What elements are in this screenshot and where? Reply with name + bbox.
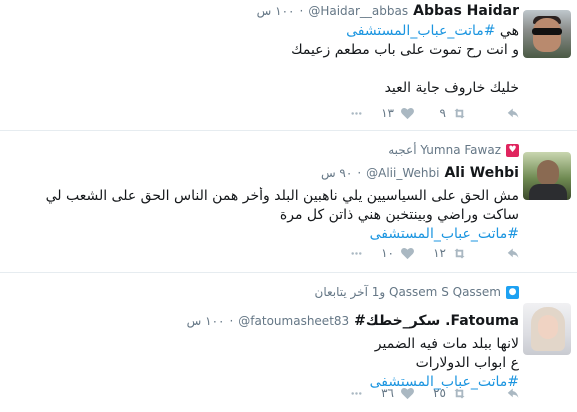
retweet-icon	[454, 108, 465, 118]
like-button[interactable]: ١٣	[363, 106, 415, 121]
reply-button[interactable]	[467, 106, 519, 121]
tweet-line: لانها ببلد مات فيه الضمير	[374, 336, 519, 352]
tweet-card[interactable]: ♥ Yumna Fawaz أعجبه Ali Wehbi @Alii_Wehb…	[0, 131, 577, 273]
display-name[interactable]: Abbas Haidar	[413, 3, 519, 19]
user-handle[interactable]: @Alii_Wehbi	[366, 166, 439, 180]
more-button[interactable]	[311, 386, 363, 401]
more-icon	[351, 111, 362, 115]
like-button[interactable]: ٣٦	[363, 386, 415, 401]
user-handle[interactable]: @Haidar__abbas	[308, 4, 408, 18]
reply-button[interactable]	[467, 246, 519, 261]
reply-icon	[507, 388, 519, 398]
tweet-header: Abbas Haidar @Haidar__abbas · ١٠٠ س	[256, 3, 519, 19]
tweet-line: هي #ماتت_عباب_المستشفى	[346, 23, 519, 39]
tweet-card[interactable]: ● Qassem S Qassem و1 آخر يتابعان Fatouma…	[0, 273, 577, 412]
tweet-line: ساكت وراضي وبينتخبن هني ذاتن كل مرة	[279, 207, 519, 223]
retweet-count: ٢٥	[433, 386, 446, 400]
tweet-time[interactable]: ١٠٠ س	[257, 4, 295, 18]
tweet-actions: ٩ ١٣	[10, 104, 519, 122]
avatar[interactable]	[523, 10, 571, 58]
user-handle[interactable]: @fatoumasheet83	[238, 314, 349, 328]
tweet-text: هي #ماتت_عباب_المستشفى و انت رح تموت على…	[8, 22, 519, 98]
tweet-header: Ali Wehbi @Alii_Wehbi · ٩٠ س	[320, 165, 519, 181]
tweet-actions: ٢٥ ٣٦	[10, 384, 519, 402]
tweet-line: و انت رح تموت على باب مطعم زعيمك	[291, 42, 519, 58]
heart-icon	[401, 107, 414, 119]
display-name[interactable]: Ali Wehbi	[444, 165, 519, 181]
tweet-line: ع ابواب الدولارات	[415, 355, 519, 371]
timeline: Abbas Haidar @Haidar__abbas · ١٠٠ س هي #…	[0, 0, 577, 412]
reply-button[interactable]	[467, 386, 519, 401]
social-context: ● Qassem S Qassem و1 آخر يتابعان	[315, 285, 519, 299]
heart-icon: ♥	[506, 143, 519, 157]
like-button[interactable]: ١٠	[363, 246, 415, 261]
hashtag-link[interactable]: #ماتت_عباب_المستشفى	[8, 225, 519, 244]
retweet-count: ٩	[439, 106, 446, 120]
context-text[interactable]: Qassem S Qassem و1 آخر يتابعان	[315, 285, 501, 299]
reply-icon	[507, 248, 519, 258]
context-text[interactable]: Yumna Fawaz أعجبه	[388, 143, 501, 157]
like-count: ١٣	[381, 106, 394, 120]
heart-icon	[401, 247, 414, 259]
tweet-actions: ١٢ ١٠	[10, 244, 519, 262]
retweet-button[interactable]: ١٢	[415, 246, 467, 261]
tweet-header: Fatouma. سكر_خطك# @fatoumasheet83 · ١٠٠ …	[186, 313, 519, 329]
retweet-icon	[454, 388, 465, 398]
avatar[interactable]	[523, 152, 571, 200]
retweet-button[interactable]: ٢٥	[415, 386, 467, 401]
reply-icon	[507, 108, 519, 118]
more-button[interactable]	[311, 106, 363, 121]
like-count: ١٠	[381, 246, 394, 260]
tweet-line: خليك خاروف جاية العيد	[384, 80, 519, 96]
tweet-time[interactable]: ٩٠ س	[321, 166, 352, 180]
tweet-card[interactable]: Abbas Haidar @Haidar__abbas · ١٠٠ س هي #…	[0, 0, 577, 131]
hashtag-link[interactable]: #ماتت_عباب_المستشفى	[346, 23, 495, 39]
retweet-count: ١٢	[433, 246, 446, 260]
retweet-icon	[454, 248, 465, 258]
display-name[interactable]: Fatouma. سكر_خطك#	[354, 313, 519, 329]
person-icon: ●	[506, 285, 519, 299]
more-button[interactable]	[311, 246, 363, 261]
more-icon	[351, 251, 362, 255]
tweet-line: مش الحق على السياسيين يلي ناهبين البلد و…	[45, 188, 519, 204]
heart-icon	[401, 387, 414, 399]
retweet-button[interactable]: ٩	[415, 106, 467, 121]
like-count: ٣٦	[381, 386, 394, 400]
social-context: ♥ Yumna Fawaz أعجبه	[388, 143, 519, 157]
more-icon	[351, 391, 362, 395]
tweet-text: مش الحق على السياسيين يلي ناهبين البلد و…	[8, 187, 519, 244]
avatar[interactable]	[523, 303, 571, 355]
tweet-time[interactable]: ١٠٠ س	[187, 314, 225, 328]
